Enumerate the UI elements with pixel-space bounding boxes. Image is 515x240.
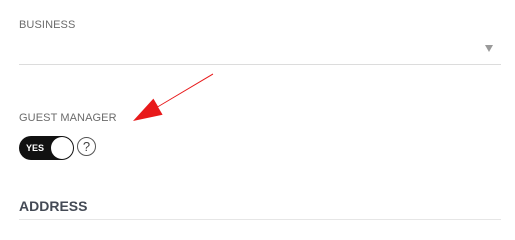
question-circle-icon[interactable]: ?: [77, 137, 96, 156]
section-divider: [19, 219, 501, 220]
annotation-arrow-shape: [133, 73, 214, 121]
toggle-knob: [51, 137, 73, 159]
guest-manager-label: GUEST MANAGER: [19, 112, 117, 124]
business-select[interactable]: [19, 34, 501, 65]
guest-manager-toggle[interactable]: YES: [19, 136, 74, 160]
business-label: BUSINESS: [19, 19, 76, 31]
address-section-title: ADDRESS: [19, 198, 88, 214]
toggle-state-label: YES: [26, 143, 45, 153]
chevron-down-icon: [485, 45, 493, 52]
